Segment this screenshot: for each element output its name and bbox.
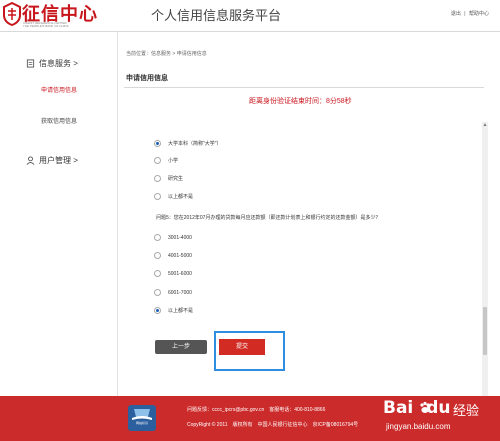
question-text: 问题5：您在2012年07月办理的贷款每月应还款额（即还款计划表上和银行约定的还… — [156, 215, 381, 221]
radio-option-label: 6001-7000 — [168, 290, 192, 296]
radio-option[interactable]: 4001-5000 — [154, 252, 192, 260]
watermark-brand-part1: Bai — [383, 398, 414, 418]
radio-option[interactable]: 研究生 — [154, 175, 183, 183]
radio-option-label: 大学本科（简称"大学"） — [168, 141, 222, 147]
radio-option[interactable]: 大学本科（简称"大学"） — [154, 140, 222, 148]
previous-step-button[interactable]: 上一步 — [155, 340, 207, 354]
radio-option[interactable]: 以上都不是 — [154, 307, 193, 315]
watermark-brand: Bai du — [383, 398, 451, 418]
help-center-link[interactable]: 帮助中心 — [469, 11, 489, 17]
radio-button[interactable] — [154, 157, 161, 164]
section-title: 申请信用信息 — [126, 75, 168, 82]
sidebar: 信息服务 > 申请信用信息 获取信用信息 用户管理 > — [0, 32, 118, 396]
radio-option-label: 3001-4000 — [168, 235, 192, 241]
paw-icon — [420, 401, 430, 413]
radio-option[interactable]: 5001-6000 — [154, 270, 192, 278]
radio-button[interactable] — [154, 289, 161, 296]
footer-copyright: CopyRight © 2011 版权所有 中国人民银行征信中心 京ICP备08… — [187, 422, 359, 428]
radio-option-label: 研究生 — [168, 176, 184, 182]
radio-option[interactable]: 小学 — [154, 157, 178, 165]
top-links: 退出 | 帮助中心 — [450, 10, 490, 17]
sidebar-group-info-service-label: 信息服务 > — [39, 59, 78, 68]
top-header: 征信中心 CREDIT REFERENCE CENTER THE PEOPLE'… — [0, 0, 500, 30]
top-links-separator: | — [464, 11, 466, 17]
verification-timer: 距离身份验证结束时间：8分58秒 — [249, 98, 352, 105]
submit-button[interactable]: 提交 — [219, 339, 265, 355]
site-badge: 网站标识 — [128, 405, 156, 431]
radio-option-label: 以上都不是 — [168, 308, 194, 314]
watermark-jingyan: 经验 — [453, 403, 480, 418]
user-icon — [26, 156, 35, 165]
radio-button[interactable] — [154, 193, 161, 200]
logo-english-line2: THE PEOPLE'S BANK OF CHINA — [23, 24, 69, 28]
credit-center-logo-icon — [3, 2, 21, 26]
shield-icon — [132, 409, 152, 420]
scrollbar-track[interactable] — [482, 122, 488, 428]
radio-button[interactable] — [154, 307, 161, 314]
logout-link[interactable]: 退出 — [451, 11, 461, 17]
sidebar-group-user-manage-label: 用户管理 > — [39, 156, 78, 165]
site-badge-text: 网站标识 — [135, 421, 148, 425]
sidebar-item-get-credit-info[interactable]: 获取信用信息 — [41, 116, 77, 125]
baidu-jingyan-watermark: Bai du 经验 jingyan.baidu.com — [383, 398, 498, 438]
radio-button[interactable] — [154, 175, 161, 182]
platform-title: 个人信用信息服务平台 — [151, 8, 282, 23]
logo-english: CREDIT REFERENCE CENTER THE PEOPLE'S BAN… — [23, 22, 69, 28]
scroll-up-arrow-icon[interactable]: ▲ — [482, 122, 488, 128]
breadcrumb: 当前位置：信息服务 > 申请信用信息 — [126, 51, 207, 57]
radio-option-label: 5001-6000 — [168, 271, 192, 277]
sidebar-group-info-service[interactable]: 信息服务 > — [26, 58, 78, 69]
radio-option-label: 小学 — [168, 158, 179, 164]
radio-option[interactable]: 6001-7000 — [154, 289, 192, 297]
radio-button[interactable] — [154, 270, 161, 277]
radio-button[interactable] — [154, 234, 161, 241]
radio-option-label: 以上都不是 — [168, 194, 194, 200]
sidebar-item-apply-credit-info[interactable]: 申请信用信息 — [41, 85, 77, 94]
footer-contact: 问题反馈：cccc_ipcrs@pbc.gov.cn 客服电话：400-810-… — [187, 407, 326, 413]
document-icon — [26, 59, 35, 68]
radio-button[interactable] — [154, 252, 161, 259]
radio-option[interactable]: 以上都不是 — [154, 193, 193, 201]
section-divider — [124, 87, 484, 88]
radio-button[interactable] — [154, 140, 161, 147]
scrollbar-thumb[interactable] — [483, 307, 487, 355]
radio-option[interactable]: 3001-4000 — [154, 234, 192, 242]
watermark-url: jingyan.baidu.com — [386, 422, 451, 431]
radio-option-label: 4001-5000 — [168, 253, 192, 259]
sidebar-group-user-manage[interactable]: 用户管理 > — [26, 155, 78, 166]
